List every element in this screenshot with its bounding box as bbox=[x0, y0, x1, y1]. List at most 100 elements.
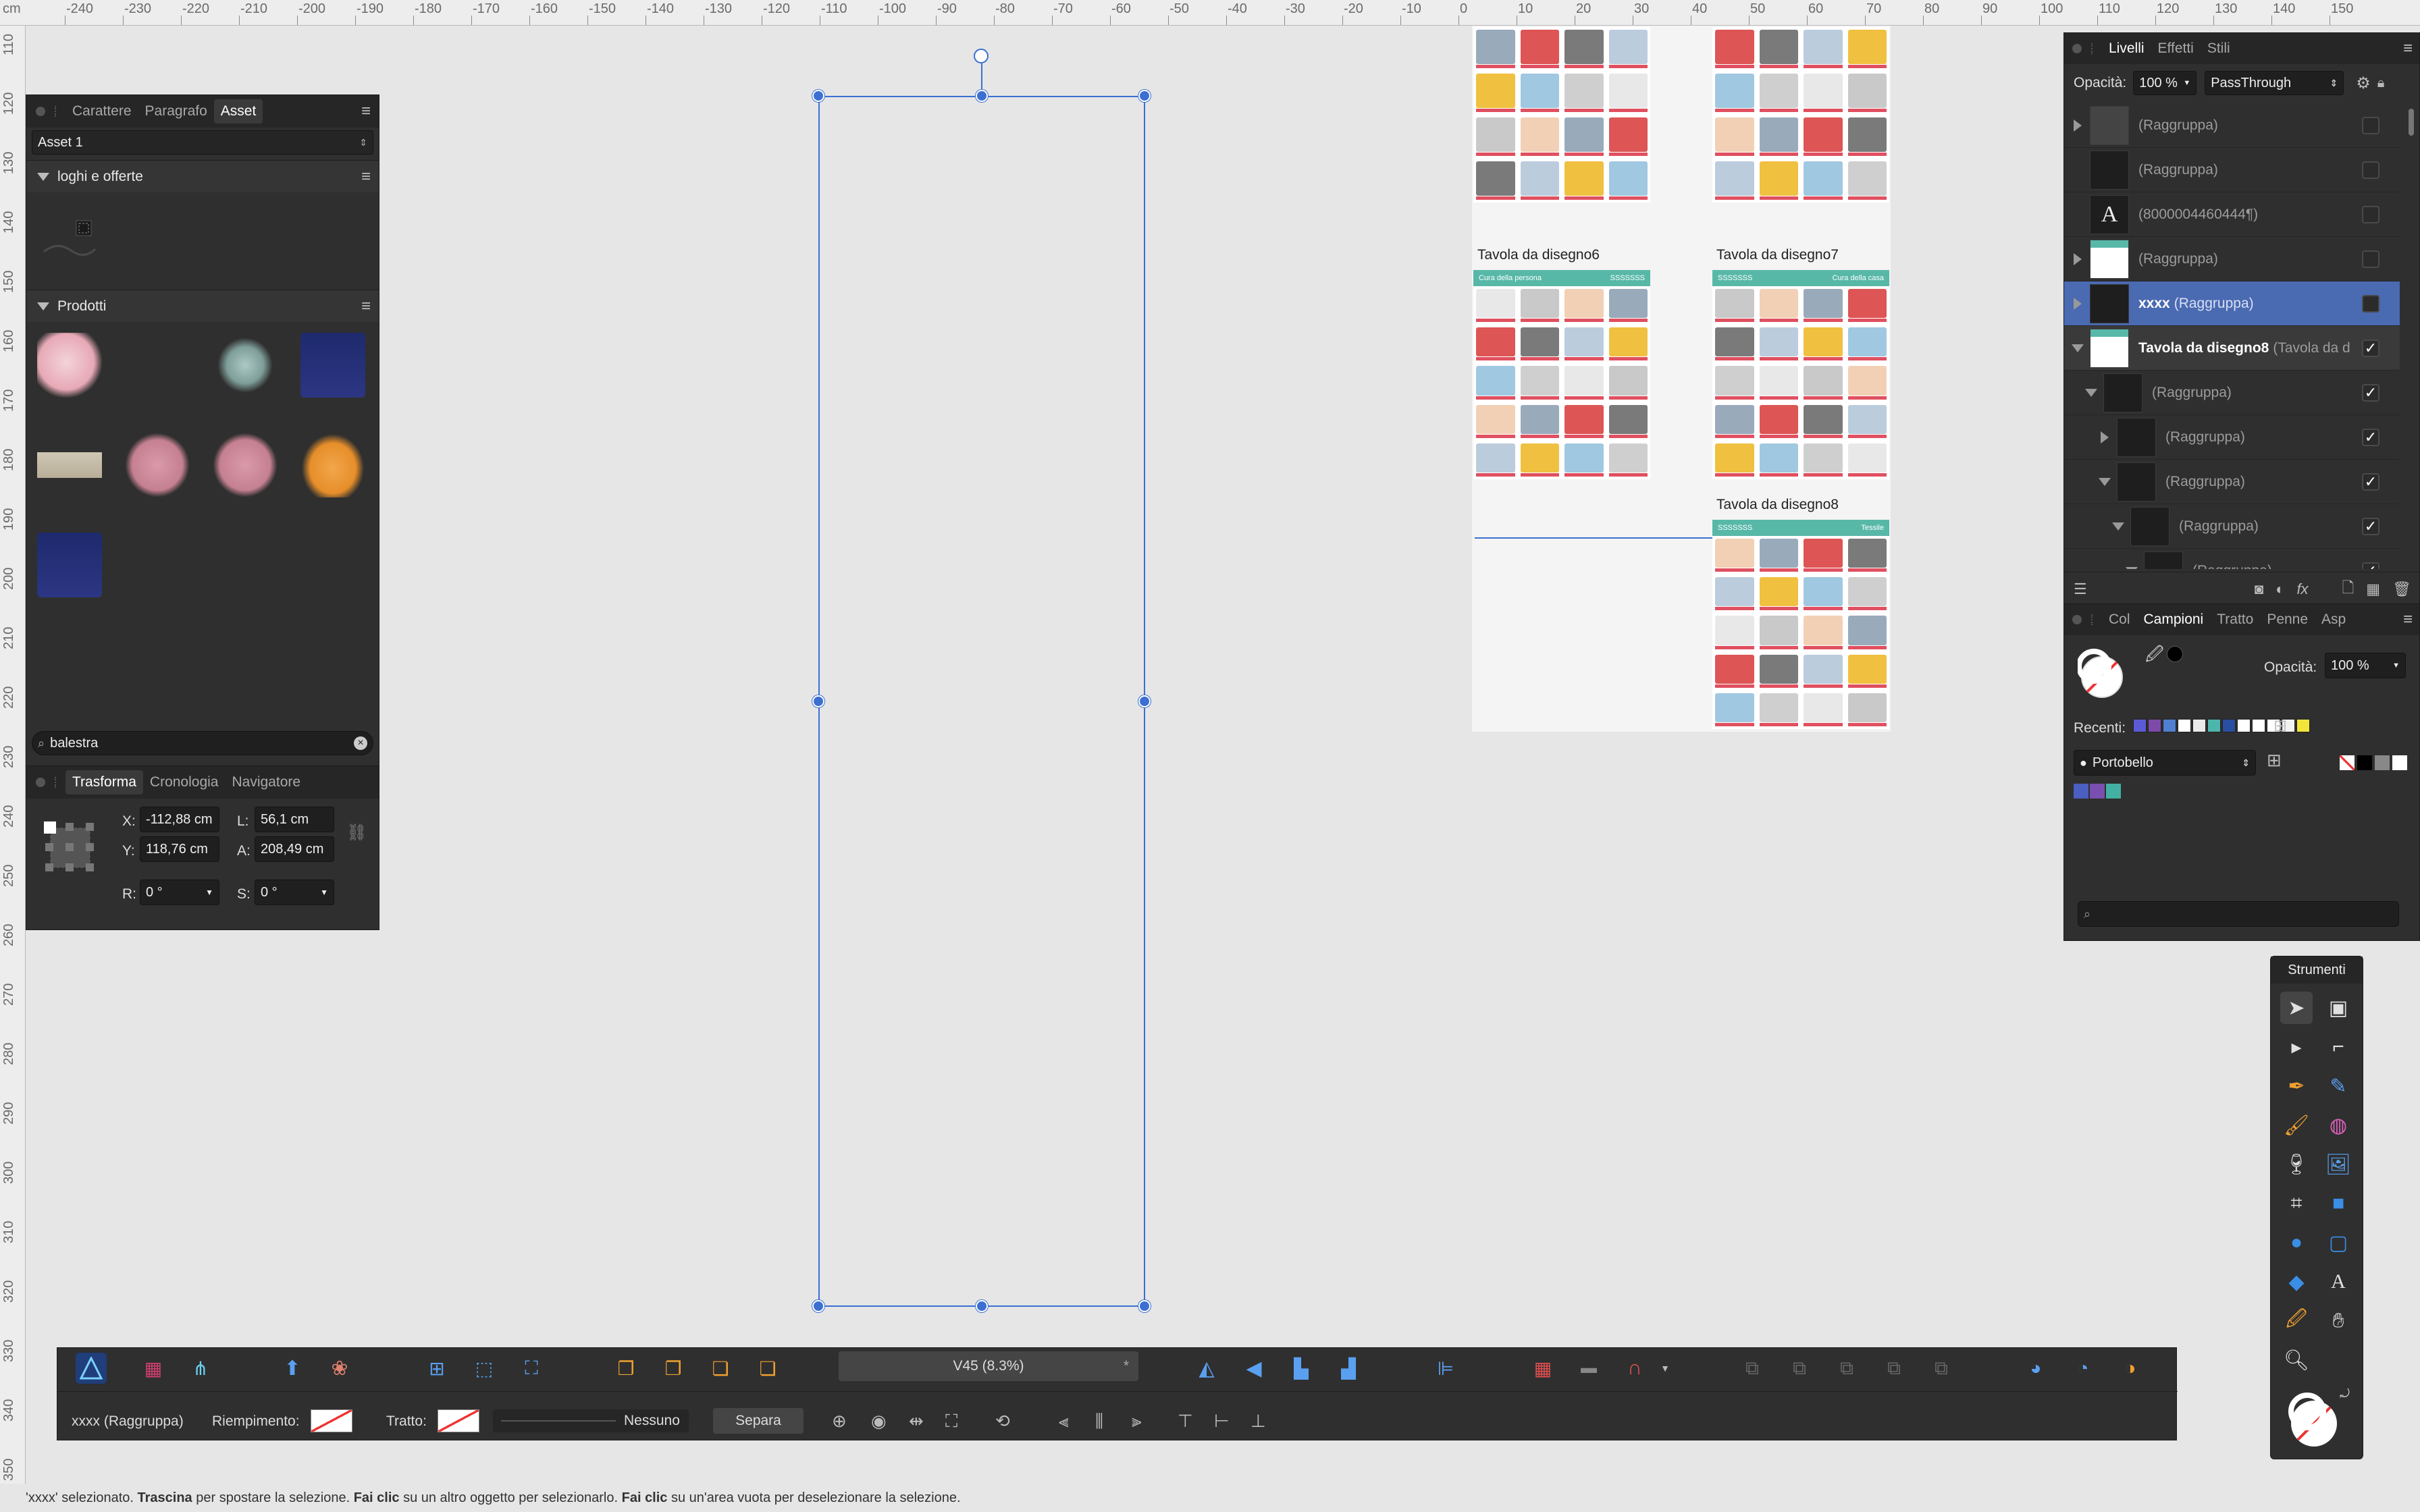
tab-effetti[interactable]: Effetti bbox=[2151, 40, 2201, 57]
handle-middle-left[interactable] bbox=[812, 695, 824, 707]
crop-tool-icon[interactable]: ⌗ bbox=[2280, 1187, 2313, 1220]
layer-row[interactable]: (Raggruppa) ✓ bbox=[2064, 504, 2400, 549]
fill-stroke-well[interactable] bbox=[2076, 643, 2136, 701]
recent-color-swatch[interactable] bbox=[2222, 719, 2236, 732]
panel-menu-icon[interactable]: ≡ bbox=[2403, 610, 2413, 629]
layer-visibility-checkbox[interactable]: ✓ bbox=[2362, 517, 2379, 535]
align-right-icon[interactable]: ⫸ bbox=[1132, 1411, 1142, 1432]
recent-color-swatch[interactable] bbox=[2133, 719, 2147, 732]
tab-asp[interactable]: Asp bbox=[2315, 612, 2352, 628]
layer-visibility-checkbox[interactable] bbox=[2362, 294, 2379, 313]
artboard-top-right[interactable] bbox=[1712, 27, 1889, 202]
arrange-icon[interactable]: ▦ bbox=[2366, 580, 2380, 598]
layer-opacity-field[interactable]: 100 % ▼ bbox=[2133, 71, 2197, 95]
handle-bottom-left[interactable] bbox=[812, 1300, 824, 1312]
tab-navigatore[interactable]: Navigatore bbox=[225, 774, 307, 790]
transform-box-icon[interactable]: ⛶ bbox=[516, 1353, 547, 1384]
handle-top-right[interactable] bbox=[1138, 90, 1151, 102]
asset-product-thumb[interactable] bbox=[125, 433, 190, 497]
shear-field[interactable]: 0 ° ▼ bbox=[255, 880, 334, 905]
magnet-icon[interactable]: ∩ bbox=[1619, 1353, 1650, 1384]
boolean-xor-icon[interactable]: ⧉ bbox=[1878, 1353, 1910, 1384]
rectangle-tool-icon[interactable]: ■ bbox=[2322, 1187, 2355, 1220]
layer-row[interactable]: (Raggruppa) ✓ bbox=[2064, 371, 2400, 415]
asset-product-thumb[interactable] bbox=[37, 533, 102, 597]
layer-row[interactable]: (Raggruppa) bbox=[2064, 148, 2400, 192]
section-prodotti[interactable]: Prodotti ≡ bbox=[26, 290, 379, 322]
align-center-icon[interactable]: ⫼ bbox=[1095, 1411, 1103, 1432]
boolean-divide-icon[interactable]: ⧉ bbox=[1926, 1353, 1957, 1384]
palette-color-swatch[interactable] bbox=[2074, 784, 2088, 799]
tab-carattere[interactable]: Carattere bbox=[65, 103, 138, 119]
palette-options-icon[interactable]: ⊞ bbox=[2267, 750, 2282, 771]
tab-campioni[interactable]: Campioni bbox=[2137, 612, 2211, 628]
recent-color-swatch[interactable] bbox=[2163, 719, 2176, 732]
flip-vertical-icon[interactable]: ◀ bbox=[1238, 1353, 1269, 1384]
panel-menu-icon[interactable]: ≡ bbox=[2403, 39, 2413, 58]
layer-visibility-checkbox[interactable] bbox=[2362, 205, 2379, 223]
corner-tool-icon[interactable]: ⌐ bbox=[2322, 1031, 2355, 1063]
collapse-triangle-icon[interactable] bbox=[37, 302, 49, 310]
export-persona-icon[interactable]: ⋔ bbox=[185, 1353, 216, 1384]
asset-product-thumb[interactable] bbox=[37, 433, 102, 497]
link-proportions-icon[interactable]: ⛓ bbox=[346, 823, 367, 842]
vector-brush-icon[interactable]: 🖌︎ bbox=[2280, 1109, 2313, 1141]
arrange-forward-icon[interactable]: ❏ bbox=[705, 1353, 736, 1384]
panel-menu-icon[interactable]: ≡ bbox=[361, 102, 371, 121]
assistant-icon[interactable]: ❀ bbox=[324, 1353, 355, 1384]
tab-stili[interactable]: Stili bbox=[2201, 40, 2237, 57]
insert-top-icon[interactable]: ◔ bbox=[2068, 1353, 2099, 1384]
eyedropper-icon[interactable]: 🖉︎ bbox=[2145, 642, 2164, 672]
expand-down-icon[interactable] bbox=[2070, 344, 2086, 352]
show-origin-icon[interactable]: ◉ bbox=[871, 1411, 887, 1432]
reset-rotation-icon[interactable]: ⟲ bbox=[995, 1411, 1010, 1432]
align-top-icon[interactable]: ⊤ bbox=[1178, 1411, 1193, 1432]
ellipse-tool-icon[interactable]: ● bbox=[2280, 1226, 2313, 1259]
tab-livelli[interactable]: Livelli bbox=[2102, 40, 2151, 57]
width-field[interactable]: 56,1 cm bbox=[255, 807, 334, 832]
expand-down-icon[interactable] bbox=[2083, 388, 2099, 397]
expand-right-icon[interactable] bbox=[2070, 252, 2086, 265]
hand-tool-icon[interactable]: ✋︎ bbox=[2322, 1305, 2355, 1337]
layer-visibility-checkbox[interactable]: ✓ bbox=[2362, 339, 2379, 357]
layer-row[interactable]: Tavola da disegno8 (Tavola da d ✓ bbox=[2064, 326, 2400, 371]
asset-product-thumb[interactable] bbox=[213, 433, 278, 497]
adjustment-icon[interactable]: ◐ bbox=[2276, 580, 2284, 598]
artboard-tool-icon[interactable]: ▣ bbox=[2322, 992, 2355, 1024]
transform-origin-icon[interactable]: ⊕ bbox=[832, 1411, 847, 1432]
expand-right-icon[interactable] bbox=[2070, 119, 2086, 132]
horizontal-ruler[interactable]: cm -240 -230 -220 -210 -200 -190 -180 -170 -160-… bbox=[0, 0, 2420, 26]
align-icon[interactable]: ⊫ bbox=[1430, 1353, 1461, 1384]
dropdown-arrow-icon[interactable]: ▼ bbox=[320, 888, 328, 897]
layer-row[interactable]: (Raggruppa) ✓ bbox=[2064, 460, 2400, 504]
none-swatch[interactable] bbox=[2340, 755, 2355, 770]
tab-col[interactable]: Col bbox=[2102, 612, 2137, 628]
asset-product-thumb[interactable] bbox=[37, 333, 102, 398]
snapping-dropdown-icon[interactable]: ▼ bbox=[1657, 1353, 1673, 1384]
palette-color-swatch[interactable] bbox=[2106, 784, 2121, 799]
shape-tool-icon[interactable]: ◆ bbox=[2280, 1266, 2313, 1298]
insert-inside-icon[interactable]: ◑ bbox=[2115, 1353, 2146, 1384]
tab-asset[interactable]: Asset bbox=[213, 99, 263, 124]
dropdown-arrow-icon[interactable]: ▼ bbox=[205, 888, 213, 897]
asset-search-input[interactable]: ⌕ balestra × bbox=[32, 731, 373, 755]
tab-trasforma[interactable]: Trasforma bbox=[65, 770, 143, 794]
arrange-front-icon[interactable]: ❏ bbox=[752, 1353, 783, 1384]
expand-right-icon[interactable] bbox=[2097, 431, 2113, 443]
tab-paragrafo[interactable]: Paragrafo bbox=[138, 103, 214, 119]
zoom-control[interactable]: V45 (8.3%) * bbox=[839, 1351, 1138, 1381]
layer-row[interactable]: (Raggruppa) bbox=[2064, 237, 2400, 281]
swatch-grid-icon[interactable]: ⊞ bbox=[2273, 716, 2287, 736]
handle-middle-right[interactable] bbox=[1138, 695, 1151, 707]
section-loghi-e-offerte[interactable]: loghi e offerte ≡ bbox=[26, 160, 379, 192]
artboard-7[interactable]: SSSSSSS Cura della casa bbox=[1712, 270, 1889, 479]
tab-tratto[interactable]: Tratto bbox=[2210, 612, 2260, 628]
pixel-persona-icon[interactable]: ▦ bbox=[138, 1353, 169, 1384]
stroke-style-dropdown[interactable]: Nessuno bbox=[493, 1409, 689, 1432]
y-position-field[interactable]: 118,76 cm bbox=[140, 836, 219, 862]
recent-color-swatch[interactable] bbox=[2252, 719, 2265, 732]
text-tool-icon[interactable]: A bbox=[2322, 1266, 2355, 1298]
fit-width-icon[interactable]: ⇹ bbox=[909, 1411, 924, 1432]
select-all-icon[interactable]: ⬚ bbox=[469, 1353, 500, 1384]
place-image-icon[interactable]: 🖼︎ bbox=[2322, 1148, 2355, 1181]
